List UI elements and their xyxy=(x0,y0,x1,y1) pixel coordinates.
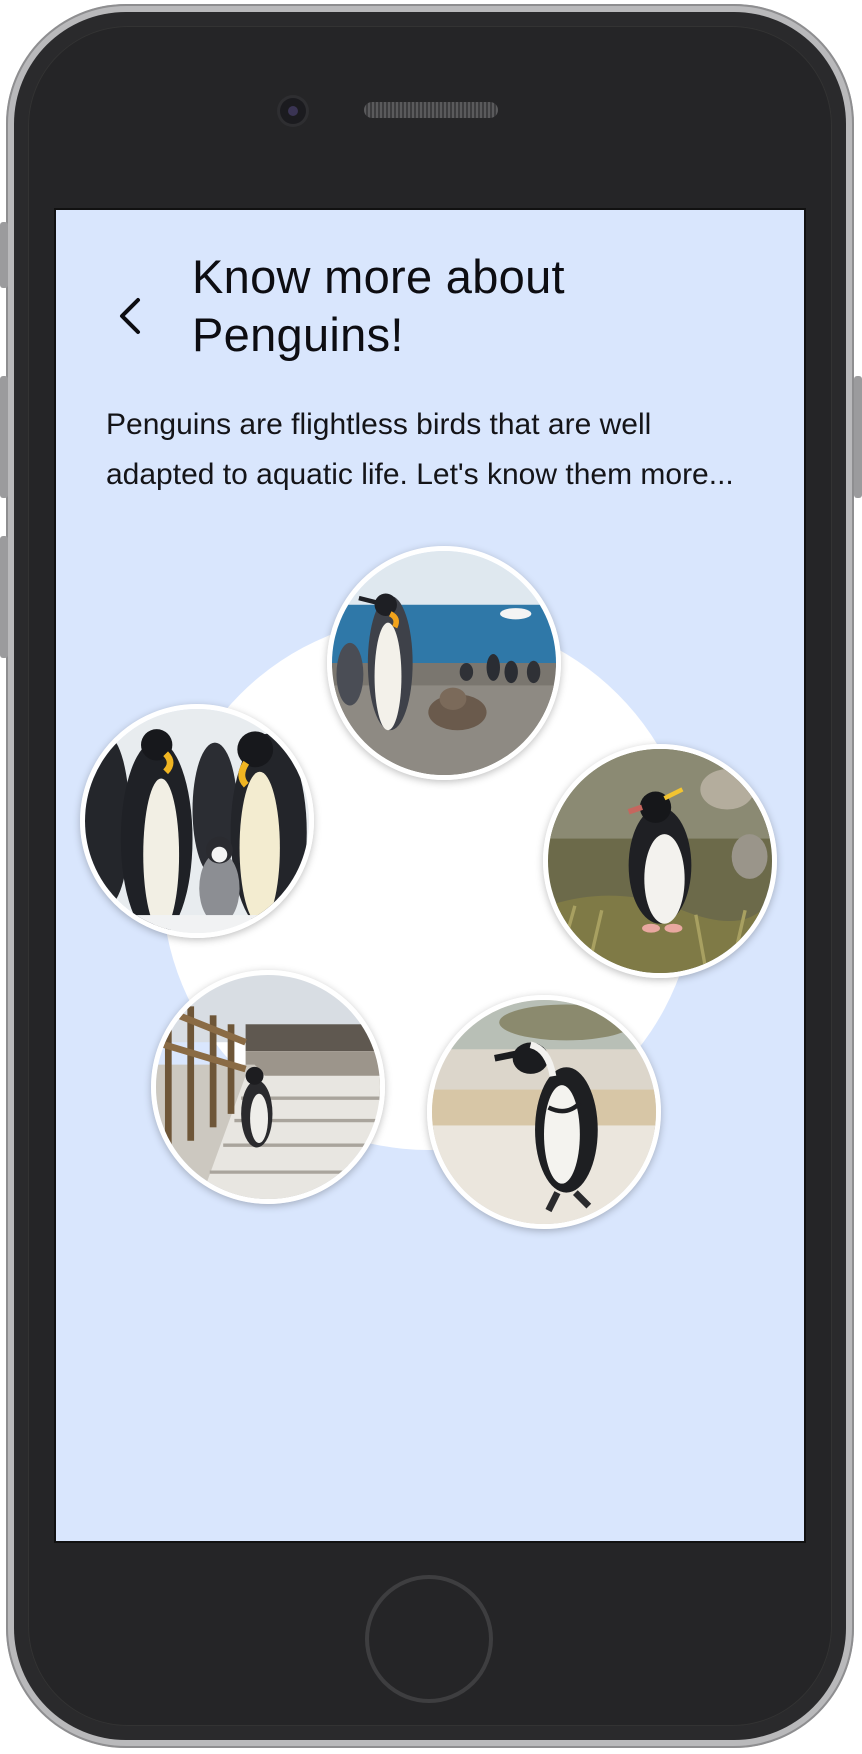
app-screen: Know more about Penguins! Penguins are f… xyxy=(54,208,806,1543)
chevron-left-icon xyxy=(120,298,140,334)
king-penguins-image xyxy=(332,551,556,775)
mute-switch xyxy=(0,222,8,288)
boardwalk-penguin-image xyxy=(156,975,380,1199)
photo-magellanic-penguin-boardwalk[interactable] xyxy=(151,970,385,1204)
front-camera xyxy=(280,98,306,124)
photo-rockhopper-penguin-grass[interactable] xyxy=(543,744,777,978)
earpiece-speaker xyxy=(364,102,498,118)
photo-african-penguin-sand[interactable] xyxy=(427,995,661,1229)
african-penguin-image xyxy=(432,1000,656,1224)
volume-up-button xyxy=(0,376,8,498)
rockhopper-penguin-image xyxy=(548,749,772,973)
home-button[interactable] xyxy=(365,1575,493,1703)
power-button xyxy=(854,376,862,498)
emperor-penguins-image xyxy=(85,709,309,933)
back-button[interactable] xyxy=(116,292,148,340)
photo-emperor-penguins-colony[interactable] xyxy=(80,704,314,938)
intro-text: Penguins are flightless birds that are w… xyxy=(106,408,734,491)
page-title: Know more about Penguins! xyxy=(192,250,565,361)
photo-king-penguins-beach[interactable] xyxy=(327,546,561,780)
volume-down-button xyxy=(0,536,8,658)
